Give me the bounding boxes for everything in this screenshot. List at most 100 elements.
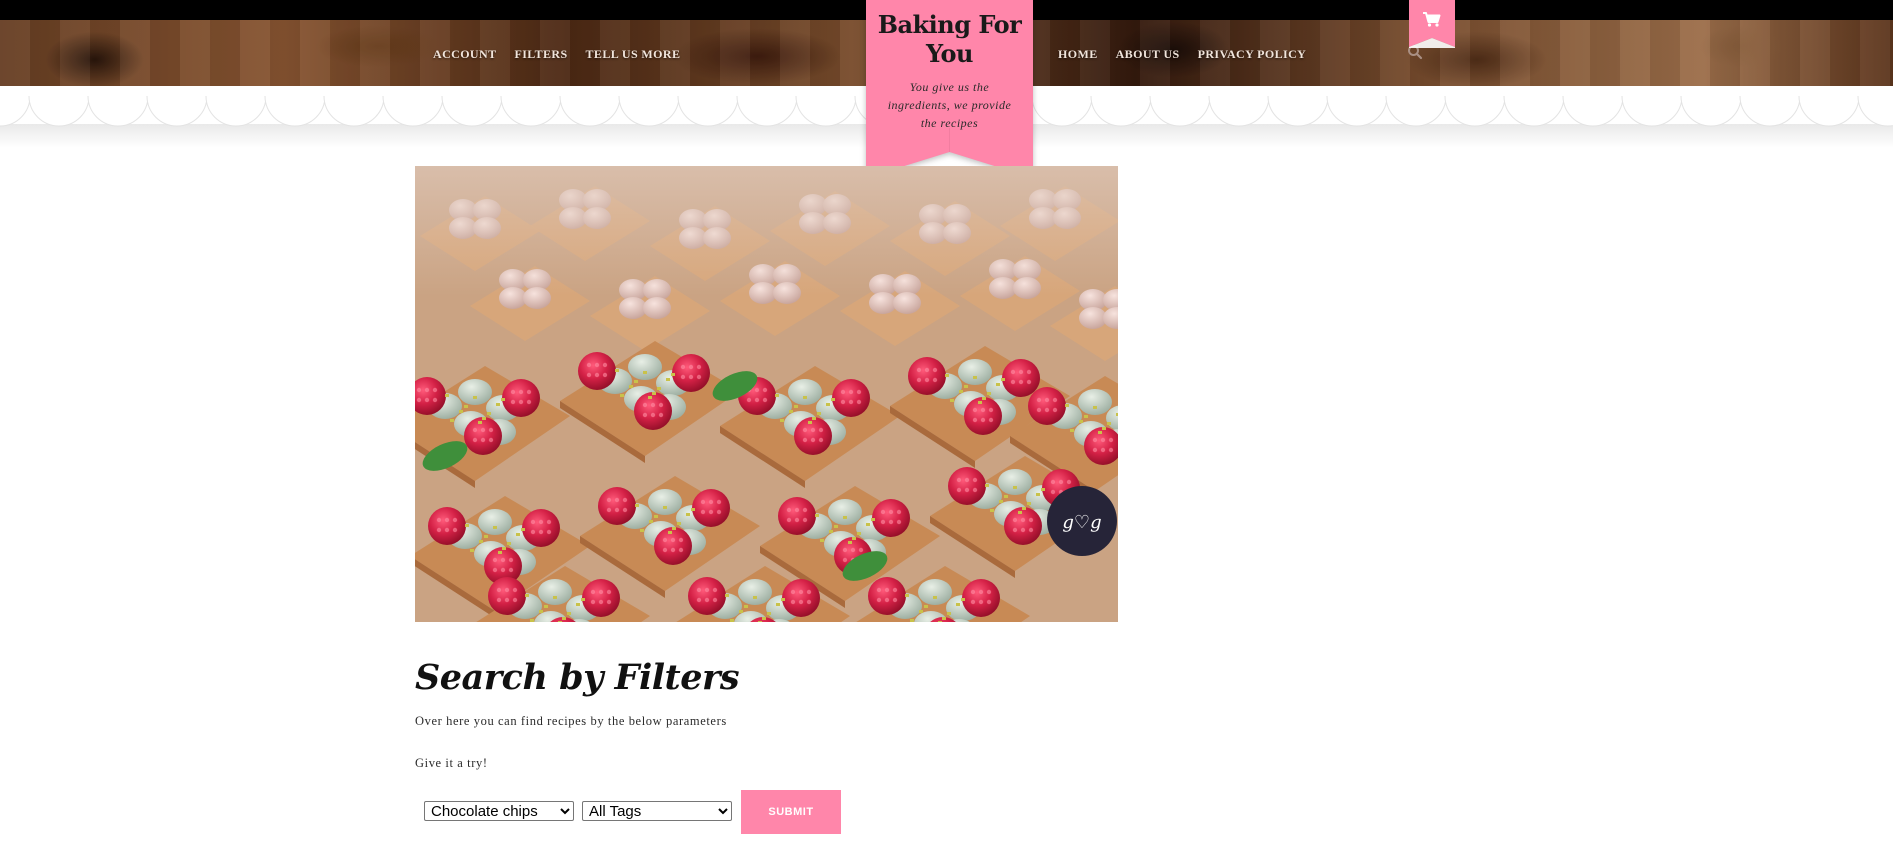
submit-button[interactable]: SUBMIT — [741, 790, 841, 834]
raspberry-highlight — [538, 529, 544, 535]
pistachio-crumb — [780, 419, 784, 422]
raspberry-highlight — [432, 397, 438, 403]
raspberry-highlight — [696, 364, 702, 370]
raspberry-highlight — [980, 417, 986, 423]
cream-dollop — [619, 297, 647, 319]
raspberry-highlight — [680, 374, 686, 380]
pistachio-crumb — [516, 533, 520, 536]
raspberry — [428, 507, 466, 545]
raspberry-highlight — [840, 389, 846, 395]
raspberry-highlight — [916, 377, 922, 383]
raspberry-highlight — [924, 377, 930, 383]
raspberry-highlight — [492, 567, 498, 573]
raspberry — [832, 379, 870, 417]
pistachio-crumb — [635, 504, 639, 507]
raspberry — [522, 509, 560, 547]
raspberry-highlight — [858, 547, 864, 553]
pistachio-crumb — [817, 412, 821, 415]
raspberry-highlight — [708, 509, 714, 515]
pistachio-crumb — [562, 617, 566, 620]
site-logo[interactable]: Baking For You You give us the ingredien… — [866, 0, 1033, 180]
raspberry-highlight — [1012, 517, 1018, 523]
raspberry-highlight — [510, 389, 516, 395]
raspberry-highlight — [1050, 479, 1056, 485]
pistachio-crumb — [544, 605, 548, 608]
raspberry-highlight — [1010, 369, 1016, 375]
raspberry-highlight — [856, 399, 862, 405]
raspberry-highlight — [1018, 369, 1024, 375]
raspberry-highlight — [432, 387, 438, 393]
nav-link-home[interactable]: HOME — [1058, 47, 1098, 62]
raspberry-highlight — [924, 367, 930, 373]
raspberry — [948, 467, 986, 505]
pistachio-crumb — [985, 484, 989, 487]
raspberry — [908, 357, 946, 395]
pistachio-crumb — [834, 525, 838, 528]
raspberry-highlight — [786, 517, 792, 523]
pistachio-crumb — [672, 527, 676, 530]
watermark-text: g♡g — [1062, 512, 1101, 533]
raspberry-highlight — [518, 399, 524, 405]
pistachio-crumb — [648, 396, 652, 399]
nav-link-tell-us-more[interactable]: TELL US MORE — [586, 47, 681, 62]
raspberry-highlight — [896, 509, 902, 515]
cream-dollop — [918, 579, 952, 605]
pistachio-crumb — [848, 541, 852, 544]
pistachio-crumb — [789, 410, 793, 413]
pistachio-crumb — [919, 610, 923, 613]
raspberry-highlight — [700, 509, 706, 515]
raspberry-highlight — [716, 509, 722, 515]
raspberry — [1002, 359, 1040, 397]
raspberry-highlight — [622, 497, 628, 503]
pistachio-crumb — [781, 598, 785, 601]
raspberry — [598, 487, 636, 525]
nav-link-about-us[interactable]: ABOUT US — [1116, 47, 1180, 62]
cream-dollop — [648, 489, 682, 515]
nav-link-filters[interactable]: FILTERS — [514, 47, 567, 62]
raspberry-highlight — [848, 399, 854, 405]
raspberry-highlight — [916, 367, 922, 373]
nav-link-privacy-policy[interactable]: PRIVACY POLICY — [1198, 47, 1307, 62]
raspberry-highlight — [754, 397, 760, 403]
raspberry-highlight — [508, 567, 514, 573]
raspberry-highlight — [586, 372, 592, 378]
pistachio-crumb — [629, 385, 633, 388]
raspberry-highlight — [500, 567, 506, 573]
ingredient-select[interactable]: Chocolate chips — [424, 801, 574, 821]
pistachio-crumb — [1004, 495, 1008, 498]
pistachio-crumb — [1065, 404, 1069, 407]
pistachio-crumb — [933, 596, 937, 599]
raspberry-highlight — [700, 499, 706, 505]
pistachio-crumb — [459, 410, 463, 413]
raspberry-highlight — [818, 437, 824, 443]
pistachio-crumb — [567, 612, 571, 615]
pistachio-crumb — [1013, 486, 1017, 489]
tag-select[interactable]: All Tags — [582, 801, 732, 821]
raspberry-highlight — [1028, 517, 1034, 523]
raspberry-highlight — [424, 397, 430, 403]
raspberry-highlight — [1020, 517, 1026, 523]
raspberry-highlight — [850, 547, 856, 553]
pistachio-crumb — [947, 612, 951, 615]
raspberry-highlight — [472, 437, 478, 443]
cream-dollop — [828, 499, 862, 525]
raspberry-highlight — [650, 412, 656, 418]
raspberry-highlight — [642, 412, 648, 418]
pistachio-crumb — [950, 399, 954, 402]
raspberry — [634, 392, 672, 430]
pistachio-crumb — [999, 500, 1003, 503]
raspberry-highlight — [678, 537, 684, 543]
pistachio-crumb — [1041, 488, 1045, 491]
pistachio-crumb — [959, 390, 963, 393]
pistachio-crumb — [478, 421, 482, 424]
pistachio-crumb — [470, 549, 474, 552]
raspberry-highlight — [1108, 437, 1114, 443]
raspberry-highlight — [496, 597, 502, 603]
nav-link-account[interactable]: ACCOUNT — [433, 47, 496, 62]
pistachio-crumb — [762, 617, 766, 620]
raspberry-highlight — [594, 372, 600, 378]
cart-button[interactable] — [1409, 0, 1455, 48]
raspberry — [654, 527, 692, 565]
raspberry-highlight — [884, 597, 890, 603]
pistachio-crumb — [1070, 429, 1074, 432]
